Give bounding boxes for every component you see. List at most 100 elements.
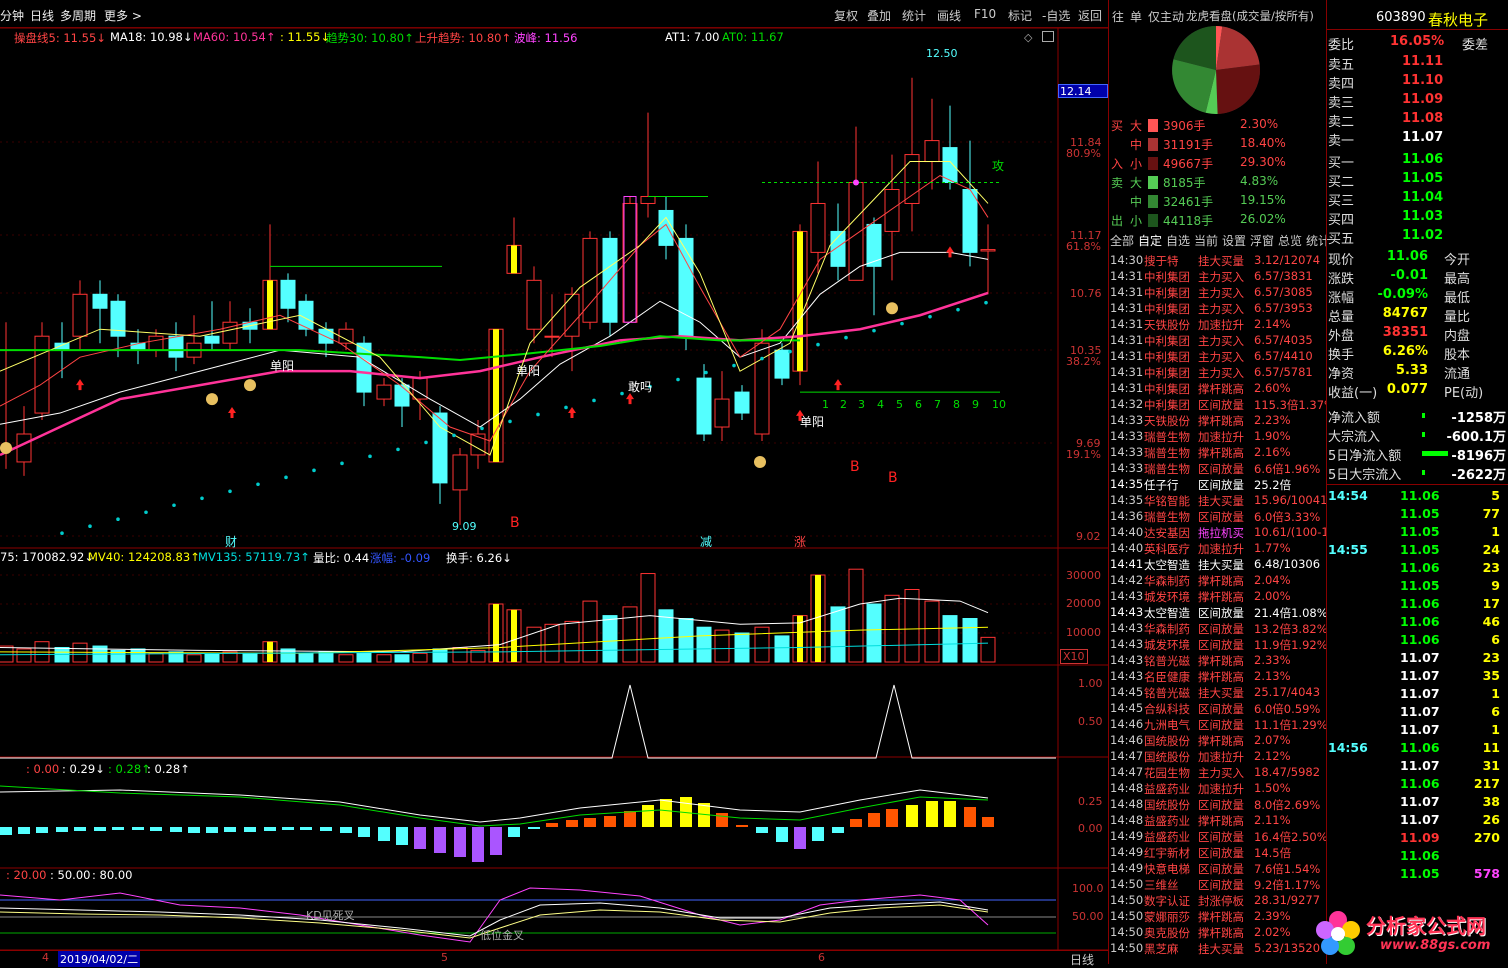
ticker-row[interactable]: 14:43 城发环境 撑杆跳高 2.00% — [1110, 589, 1326, 605]
tab-overview[interactable]: 总览 — [1278, 232, 1302, 249]
ticker-row[interactable]: 14:50 黑芝麻 挂大买量 5.23/13520 — [1110, 941, 1326, 957]
trend-dot — [564, 405, 568, 410]
ticker-row[interactable]: 14:50 数字认证 封涨停板 28.31/9277 — [1110, 893, 1326, 909]
bid-row[interactable]: 买二 11.05 — [1328, 171, 1508, 190]
trend-dot — [928, 314, 932, 319]
tab-float[interactable]: 浮窗 — [1250, 232, 1274, 249]
month-label: 6 — [818, 951, 825, 964]
bid-row[interactable]: 买三 11.04 — [1328, 190, 1508, 209]
trend-dot — [284, 475, 288, 480]
bid-row[interactable]: 买四 11.03 — [1328, 209, 1508, 228]
tab-all[interactable]: 全部 — [1110, 232, 1134, 249]
ticker-row[interactable]: 14:43 城发环境 区间放量 11.9倍1.92% — [1110, 637, 1326, 653]
tab-custom[interactable]: 自定 — [1138, 232, 1162, 249]
ticker-row[interactable]: 14:45 合纵科技 区间放量 6.0倍0.59% — [1110, 701, 1326, 717]
trade-time: 14:55 — [1328, 542, 1368, 557]
ticker-row[interactable]: 14:30 搜于特 挂大买量 3.12/12074 — [1110, 253, 1326, 269]
bid-row[interactable]: 买一 11.06 — [1328, 152, 1508, 171]
stat-label: 收益(一) — [1328, 386, 1378, 401]
ticker-stock: 蒙娜丽莎 — [1144, 910, 1190, 924]
ticker-row[interactable]: 14:47 国统股份 加速拉升 2.12% — [1110, 749, 1326, 765]
tab-dan[interactable]: 单 — [1130, 8, 1142, 25]
ticker-row[interactable]: 14:35 华铭智能 挂大买量 15.96/10041 — [1110, 493, 1326, 509]
ticker-row[interactable]: 14:36 瑞普生物 区间放量 6.0倍3.33% — [1110, 509, 1326, 525]
tab-dragon-tiger[interactable]: 龙虎看盘(成交量/按所有) — [1186, 8, 1314, 24]
volume-bar — [376, 654, 392, 663]
tab-settings[interactable]: 设置 — [1222, 232, 1246, 249]
ticker-row[interactable]: 14:31 天铁股份 加速拉升 2.14% — [1110, 317, 1326, 333]
macd-bar — [508, 827, 520, 837]
ticker-stock: 铭普光磁 — [1144, 654, 1190, 668]
flow-label: 5日大宗流入 — [1328, 468, 1402, 483]
ticker-row[interactable]: 14:32中利集团区间放量 115.3倍1.37% — [1110, 397, 1326, 413]
ticker-row[interactable]: 14:33 瑞普生物 区间放量 6.6倍1.96% — [1110, 461, 1326, 477]
ticker-stock: 益盛药业 — [1144, 782, 1190, 796]
ticker-row[interactable]: 14:31 中利集团 主力买入 6.57/3085 — [1110, 285, 1326, 301]
ticker-value: 6.57/3085 — [1254, 285, 1313, 299]
ticker-row[interactable]: 14:46 九洲电气 区间放量 11.1倍1.29% — [1110, 717, 1326, 733]
ticker-row[interactable]: 14:31 中利集团 主力买入 6.57/4410 — [1110, 349, 1326, 365]
volume-bar — [866, 603, 882, 663]
ticker-row[interactable]: 14:33 瑞普生物 撑杆跳高 2.16% — [1110, 445, 1326, 461]
trade-volume: 24 — [1482, 542, 1500, 557]
ticker-row[interactable]: 14:49 快意电梯 区间放量 7.6倍1.54% — [1110, 861, 1326, 877]
ask-row[interactable]: 卖五 11.11 — [1328, 54, 1508, 73]
ticker-row[interactable]: 14:31 中利集团 主力买入 6.57/3953 — [1110, 301, 1326, 317]
ticker-row[interactable]: 14:48 益盛药业 加速拉升 1.50% — [1110, 781, 1326, 797]
ticker-row[interactable]: 14:47 花园生物 主力买入 18.47/5982 — [1110, 765, 1326, 781]
tab-current[interactable]: 当前 — [1194, 232, 1218, 249]
volume-bar — [942, 615, 958, 663]
ticker-row[interactable]: 14:48 国统股份 区间放量 8.0倍2.69% — [1110, 797, 1326, 813]
ticker-time: 14:46 — [1110, 733, 1144, 747]
stat-label: 涨跌 — [1328, 272, 1355, 287]
ask-row[interactable]: 卖一 11.07 — [1328, 130, 1508, 149]
ticker-row[interactable]: 14:31 中利集团 主力买入 6.57/4035 — [1110, 333, 1326, 349]
ticker-value: 9.2倍1.17% — [1254, 878, 1321, 892]
ticker-row[interactable]: 14:45 铭普光磁 挂大买量 25.17/4043 — [1110, 685, 1326, 701]
ticker-stock: 英科医疗 — [1144, 542, 1190, 556]
ticker-action: 加速拉升 — [1198, 430, 1244, 444]
ticker-row[interactable]: 14:31 中利集团 撑杆跳高 2.60% — [1110, 381, 1326, 397]
tab-watchlist[interactable]: 自选 — [1166, 232, 1190, 249]
macd-bar — [132, 827, 144, 830]
ticker-row[interactable]: 14:50 三维丝 区间放量 9.2倍1.17% — [1110, 877, 1326, 893]
ticker-row[interactable]: 14:31 中利集团 主力买入 6.57/5781 — [1110, 365, 1326, 381]
flow-row: 5日大宗流入 -2622万 — [1328, 464, 1508, 483]
ticker-time: 14:50 — [1110, 877, 1144, 891]
period-label[interactable]: 日线 — [1070, 951, 1094, 968]
ticker-row[interactable]: 14:42 华森制药 撑杆跳高 2.04% — [1110, 573, 1326, 589]
ticker-row[interactable]: 14:43 名臣健康 撑杆跳高 2.13% — [1110, 669, 1326, 685]
ticker-row[interactable]: 14:40 达安基因 拖拉机买 10.61/(100-1 — [1110, 525, 1326, 541]
ticker-row[interactable]: 14:33 瑞普生物 加速拉升 1.90% — [1110, 429, 1326, 445]
ticker-row[interactable]: 14:35 任子行 区间放量 25.2倍 — [1110, 477, 1326, 493]
ask-row[interactable]: 卖二 11.08 — [1328, 111, 1508, 130]
stat-value: -0.01 — [1390, 268, 1428, 283]
ticker-stock: 名臣健康 — [1144, 670, 1190, 684]
ticker-row[interactable]: 14:33 天铁股份 撑杆跳高 2.23% — [1110, 413, 1326, 429]
tab-active-only[interactable]: 仅主动 — [1148, 8, 1184, 25]
ticker-value: 6.6倍1.96% — [1254, 462, 1321, 476]
ask-row[interactable]: 卖四 11.10 — [1328, 73, 1508, 92]
ticker-row[interactable]: 14:50 蒙娜丽莎 撑杆跳高 2.39% — [1110, 909, 1326, 925]
bid-row[interactable]: 买五 11.02 — [1328, 228, 1508, 247]
trade-volume: 35 — [1482, 668, 1500, 683]
ticker-row[interactable]: 14:41 太空智造 挂大买量 6.48/10306 — [1110, 557, 1326, 573]
ticker-row[interactable]: 14:31 中利集团 主力买入 6.57/3831 — [1110, 269, 1326, 285]
ticker-row[interactable]: 14:49 红宇新材 区间放量 14.5倍 — [1110, 845, 1326, 861]
tab-wang[interactable]: 往 — [1112, 8, 1124, 25]
ask-row[interactable]: 卖三 11.09 — [1328, 92, 1508, 111]
ticker-row[interactable]: 14:40 英科医疗 加速拉升 1.77% — [1110, 541, 1326, 557]
stat-value: 11.06 — [1386, 249, 1428, 264]
ticker-row[interactable]: 14:49 益盛药业 区间放量 16.4倍2.50% — [1110, 829, 1326, 845]
ticker-action: 撑杆跳高 — [1198, 590, 1244, 604]
ticker-row[interactable]: 14:43 铭普光磁 撑杆跳高 2.33% — [1110, 653, 1326, 669]
fund-size: 中 — [1130, 195, 1143, 209]
ticker-action: 加速拉升 — [1198, 750, 1244, 764]
ticker-row[interactable]: 14:43 华森制药 区间放量 13.2倍3.82% — [1110, 621, 1326, 637]
ticker-time: 14:49 — [1110, 845, 1144, 859]
kline-chart[interactable] — [0, 0, 1108, 964]
ticker-row[interactable]: 14:50 奥克股份 撑杆跳高 2.02% — [1110, 925, 1326, 941]
ticker-row[interactable]: 14:43 太空智造 区间放量 21.4倍1.08% — [1110, 605, 1326, 621]
ticker-row[interactable]: 14:48 益盛药业 撑杆跳高 2.11% — [1110, 813, 1326, 829]
ticker-row[interactable]: 14:46 国统股份 撑杆跳高 2.07% — [1110, 733, 1326, 749]
